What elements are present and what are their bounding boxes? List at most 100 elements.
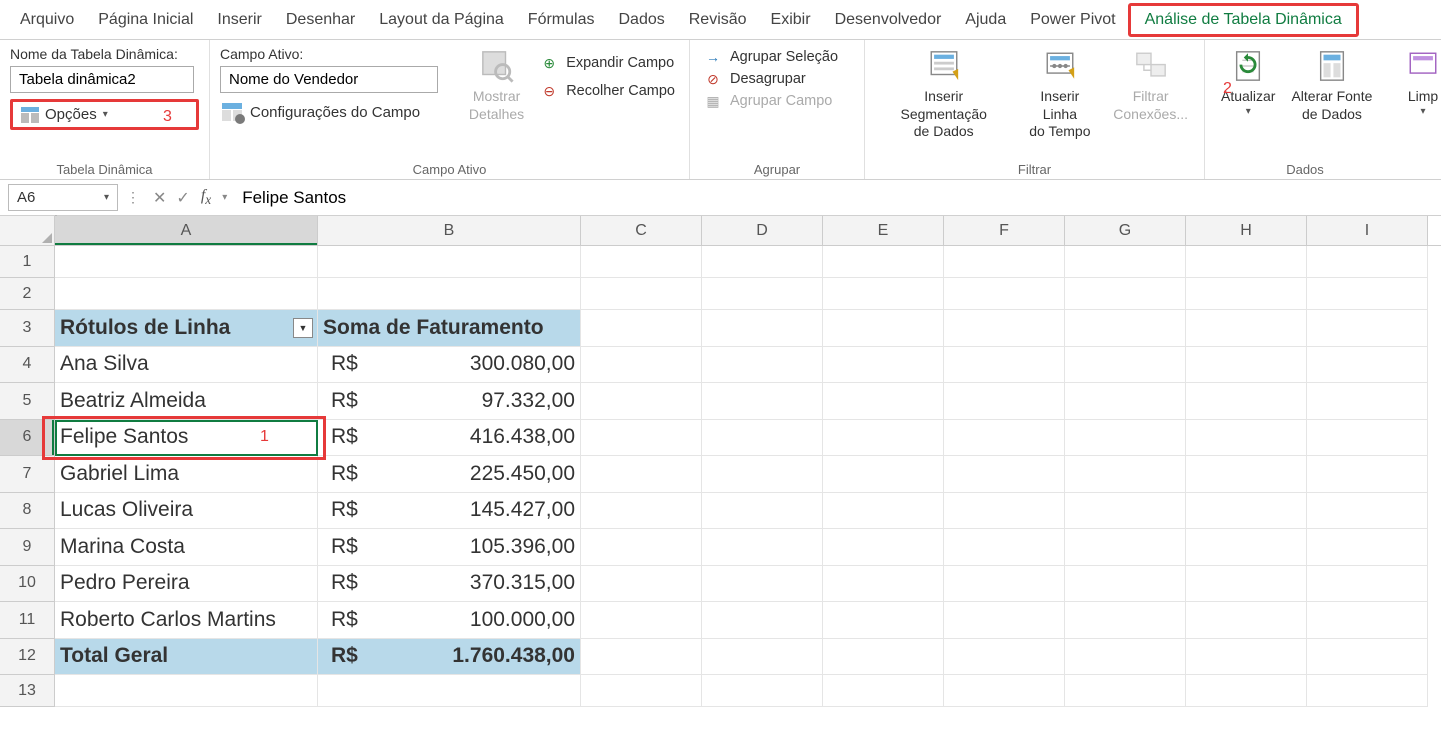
cell[interactable] <box>702 383 823 420</box>
cell[interactable] <box>1186 278 1307 310</box>
cell[interactable] <box>944 383 1065 420</box>
cell[interactable] <box>823 602 944 639</box>
tab-desenhar[interactable]: Desenhar <box>274 3 367 37</box>
tab-revisao[interactable]: Revisão <box>677 3 759 37</box>
col-header-G[interactable]: G <box>1065 216 1186 245</box>
cell[interactable] <box>702 246 823 278</box>
cell[interactable] <box>823 675 944 707</box>
tab-dados[interactable]: Dados <box>606 3 676 37</box>
cell[interactable] <box>1065 420 1186 457</box>
cell[interactable] <box>1186 602 1307 639</box>
cell[interactable] <box>823 310 944 347</box>
cell[interactable] <box>944 456 1065 493</box>
cell[interactable] <box>1307 639 1428 676</box>
cell[interactable] <box>1307 383 1428 420</box>
tab-arquivo[interactable]: Arquivo <box>8 3 86 37</box>
cell[interactable] <box>702 639 823 676</box>
cell[interactable] <box>944 639 1065 676</box>
cell[interactable] <box>581 278 702 310</box>
cell[interactable] <box>581 602 702 639</box>
inserir-linha-tempo-button[interactable]: Inserir Linha do Tempo <box>1016 46 1103 143</box>
row-header[interactable]: 8 <box>0 493 55 530</box>
cell[interactable] <box>823 529 944 566</box>
cell[interactable] <box>1065 278 1186 310</box>
pivot-row-value[interactable]: R$105.396,00 <box>318 529 581 566</box>
col-header-D[interactable]: D <box>702 216 823 245</box>
tab-layout[interactable]: Layout da Página <box>367 3 516 37</box>
cell[interactable] <box>318 278 581 310</box>
cell[interactable] <box>1307 675 1428 707</box>
cell[interactable] <box>702 347 823 384</box>
tab-ajuda[interactable]: Ajuda <box>953 3 1018 37</box>
row-header[interactable]: 3 <box>0 310 55 347</box>
cell[interactable] <box>1065 310 1186 347</box>
cell[interactable] <box>1186 639 1307 676</box>
cell[interactable] <box>702 278 823 310</box>
cell[interactable] <box>581 639 702 676</box>
cell[interactable] <box>823 456 944 493</box>
row-header[interactable]: 7 <box>0 456 55 493</box>
cell[interactable] <box>1307 529 1428 566</box>
row-header[interactable]: 1 <box>0 246 55 278</box>
cell[interactable] <box>944 675 1065 707</box>
pivot-total-label[interactable]: Total Geral <box>55 639 318 676</box>
cell[interactable] <box>1186 675 1307 707</box>
col-header-F[interactable]: F <box>944 216 1065 245</box>
name-box[interactable]: A6 ▾ <box>8 184 118 211</box>
cell[interactable] <box>944 493 1065 530</box>
cell[interactable] <box>944 246 1065 278</box>
row-header[interactable]: 2 <box>0 278 55 310</box>
cell[interactable] <box>55 675 318 707</box>
cell[interactable] <box>581 246 702 278</box>
cell[interactable] <box>702 602 823 639</box>
pivot-row-name[interactable]: Marina Costa <box>55 529 318 566</box>
col-header-C[interactable]: C <box>581 216 702 245</box>
desagrupar-button[interactable]: ⊘ Desagrupar <box>700 68 854 90</box>
tab-formulas[interactable]: Fórmulas <box>516 3 607 37</box>
cell[interactable] <box>1065 602 1186 639</box>
cell[interactable] <box>1186 566 1307 603</box>
tab-powerpivot[interactable]: Power Pivot <box>1018 3 1127 37</box>
tab-exibir[interactable]: Exibir <box>759 3 823 37</box>
inserir-segmentacao-button[interactable]: Inserir Segmentação de Dados <box>875 46 1012 143</box>
cell[interactable] <box>944 566 1065 603</box>
cell[interactable] <box>1307 456 1428 493</box>
cell[interactable] <box>1186 383 1307 420</box>
row-header[interactable]: 11 <box>0 602 55 639</box>
cell[interactable] <box>581 420 702 457</box>
cell[interactable] <box>581 529 702 566</box>
accept-formula-button[interactable]: ✓ <box>171 188 194 208</box>
cell[interactable] <box>1065 566 1186 603</box>
recolher-campo-button[interactable]: ⊖ Recolher Campo <box>536 80 679 102</box>
cell[interactable] <box>702 456 823 493</box>
cell[interactable] <box>1186 456 1307 493</box>
cell[interactable] <box>944 529 1065 566</box>
fx-icon[interactable]: fx <box>195 187 217 208</box>
cell[interactable] <box>581 566 702 603</box>
cell[interactable] <box>1186 493 1307 530</box>
cell[interactable] <box>702 493 823 530</box>
cell[interactable] <box>1307 310 1428 347</box>
cell[interactable] <box>581 383 702 420</box>
col-header-B[interactable]: B <box>318 216 581 245</box>
cell[interactable] <box>1307 566 1428 603</box>
cell[interactable] <box>1186 420 1307 457</box>
cell[interactable] <box>1186 529 1307 566</box>
pivot-row-value[interactable]: R$300.080,00 <box>318 347 581 384</box>
cell[interactable] <box>944 602 1065 639</box>
pivot-header-soma[interactable]: Soma de Faturamento <box>318 310 581 347</box>
cell[interactable] <box>1307 347 1428 384</box>
cell[interactable] <box>1065 347 1186 384</box>
cell[interactable] <box>1065 246 1186 278</box>
cell[interactable] <box>1065 493 1186 530</box>
cell[interactable] <box>823 420 944 457</box>
cell[interactable] <box>944 278 1065 310</box>
pivot-row-value[interactable]: R$225.450,00 <box>318 456 581 493</box>
cell[interactable] <box>1186 347 1307 384</box>
row-header[interactable]: 9 <box>0 529 55 566</box>
cell[interactable] <box>1307 278 1428 310</box>
formula-input[interactable] <box>232 184 1433 212</box>
cell[interactable] <box>1307 493 1428 530</box>
tab-analise-tabela-dinamica[interactable]: Análise de Tabela Dinâmica <box>1128 3 1359 37</box>
chevron-down-icon[interactable]: ▾ <box>104 192 109 203</box>
